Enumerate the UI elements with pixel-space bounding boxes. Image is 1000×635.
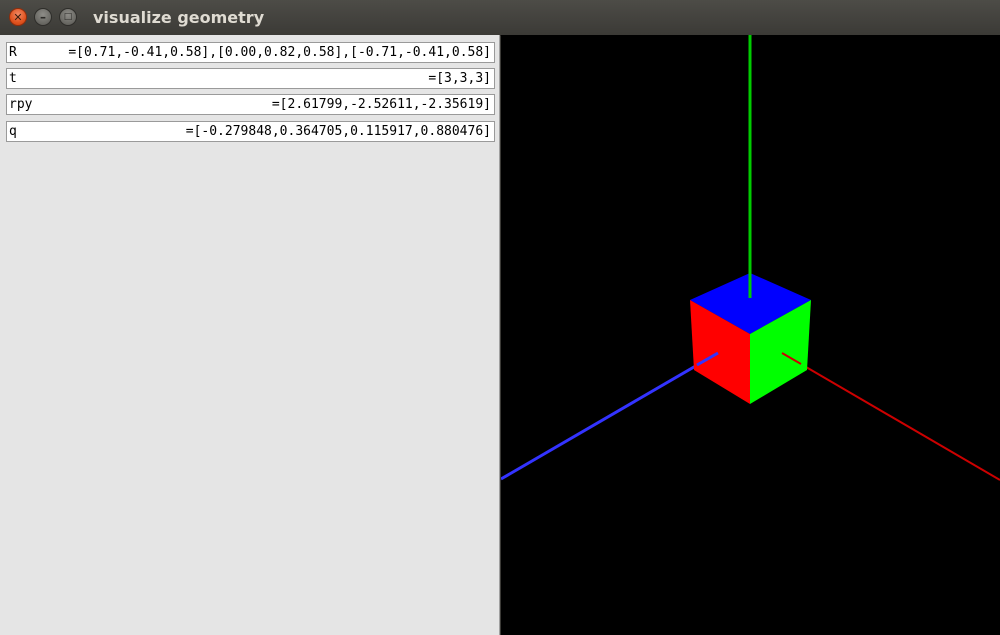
quaternion-value: =[-0.279848,0.364705,0.115917,0.880476]	[185, 124, 491, 139]
translation-value: =[3,3,3]	[428, 71, 491, 86]
z-axis-line	[501, 351, 719, 481]
maximize-window-button[interactable]: □	[59, 8, 77, 26]
close-icon: ✕	[13, 10, 23, 24]
quaternion-label: q	[9, 124, 17, 139]
x-axis-line	[781, 352, 1000, 481]
rotation-matrix-label: R	[9, 45, 17, 60]
transform-panel: R =[0.71,-0.41,0.58],[0.00,0.82,0.58],[-…	[0, 35, 500, 635]
translation-label: t	[9, 71, 17, 86]
rotation-matrix-field[interactable]: R =[0.71,-0.41,0.58],[0.00,0.82,0.58],[-…	[6, 42, 495, 63]
maximize-icon: □	[63, 11, 73, 22]
translation-field[interactable]: t =[3,3,3]	[6, 68, 495, 89]
rpy-value: =[2.61799,-2.52611,-2.35619]	[271, 97, 491, 112]
app-window: ✕ – □ visualize geometry R =[0.71,-0.41,…	[0, 0, 1000, 635]
rpy-label: rpy	[9, 97, 33, 112]
minimize-window-button[interactable]: –	[34, 8, 52, 26]
quaternion-field[interactable]: q =[-0.279848,0.364705,0.115917,0.880476…	[6, 121, 495, 142]
scene-canvas[interactable]	[501, 35, 1000, 635]
minimize-icon: –	[40, 10, 46, 24]
close-window-button[interactable]: ✕	[9, 8, 27, 26]
rpy-field[interactable]: rpy =[2.61799,-2.52611,-2.35619]	[6, 94, 495, 115]
3d-viewport[interactable]	[501, 35, 1000, 635]
rotation-matrix-value: =[0.71,-0.41,0.58],[0.00,0.82,0.58],[-0.…	[68, 45, 491, 60]
title-bar[interactable]: ✕ – □ visualize geometry	[0, 0, 1000, 36]
window-title: visualize geometry	[93, 8, 265, 27]
